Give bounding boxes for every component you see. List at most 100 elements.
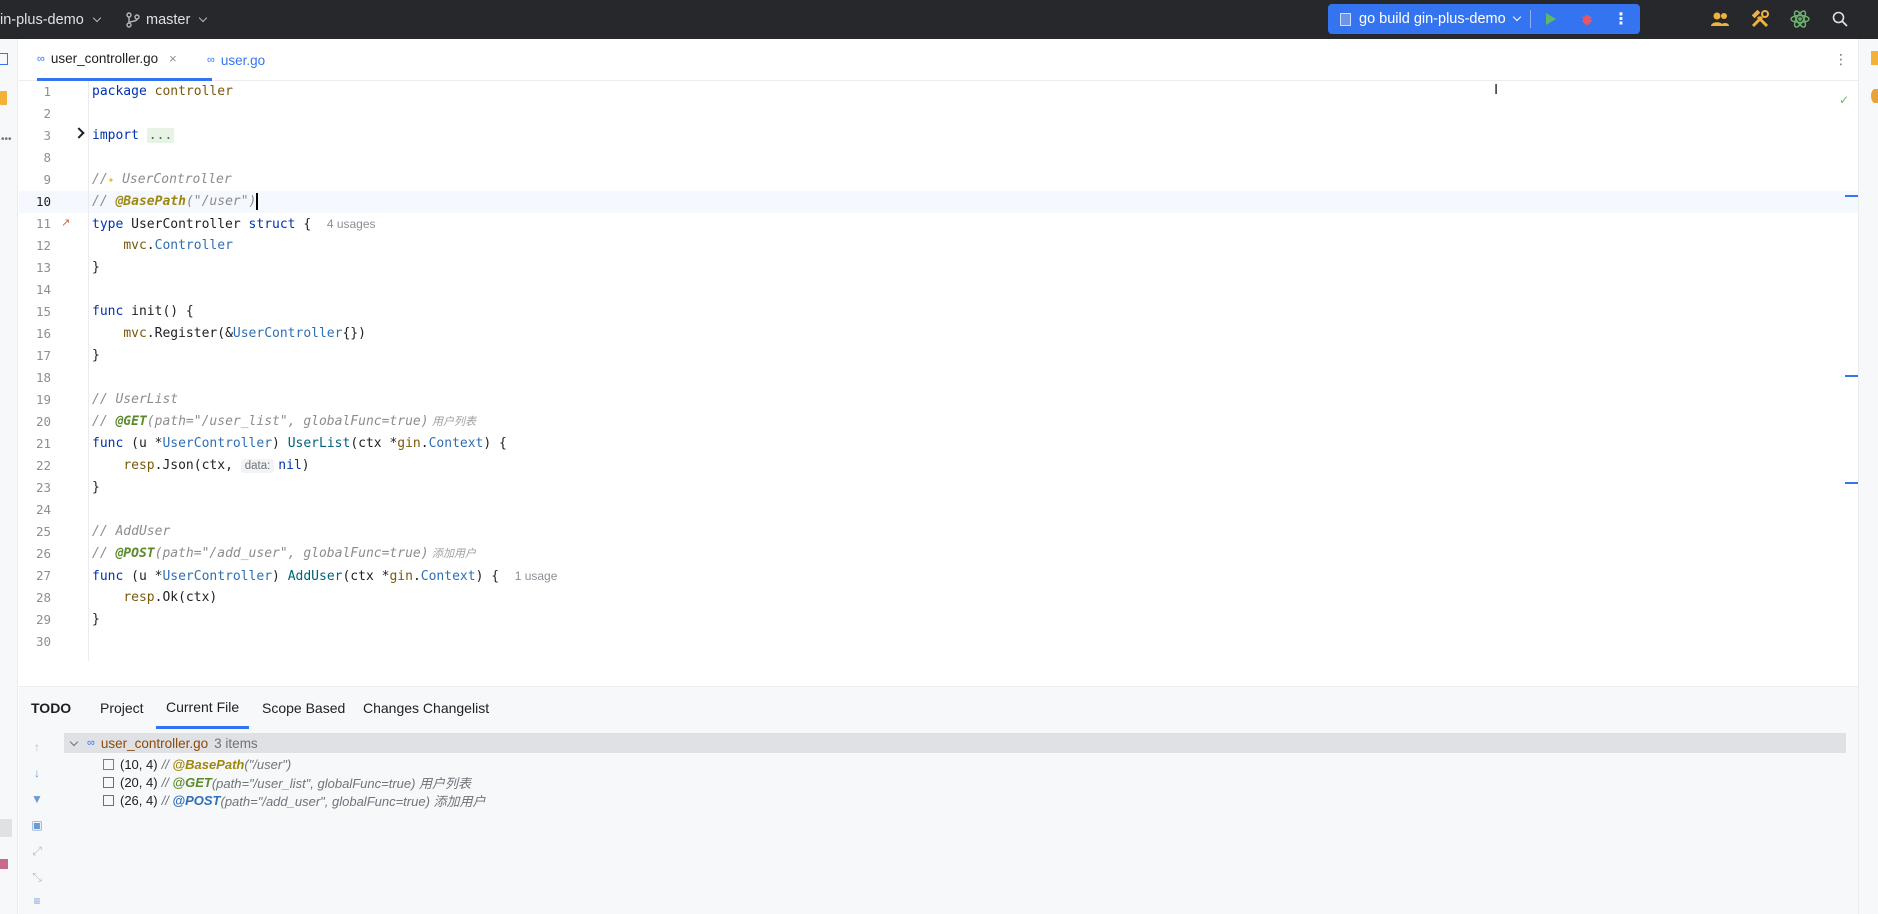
code-line: type UserController struct { 4 usages (92, 217, 376, 232)
usages-hint[interactable]: 4 usages (327, 217, 376, 231)
go-file-icon: ∞ (87, 737, 95, 749)
todo-item[interactable]: (26, 4) // @POST (path="/add_user", globa… (103, 791, 486, 809)
database-tool-icon[interactable] (1871, 89, 1878, 103)
current-line-highlight (19, 191, 1858, 213)
notifications-tool-icon[interactable] (1871, 51, 1878, 65)
tab-user-go[interactable]: ∞ user.go (207, 39, 265, 81)
ai-assistant-button[interactable] (1789, 8, 1811, 30)
todo-item-icon (103, 776, 114, 788)
todo-item-icon (103, 794, 114, 806)
line-number: 20 (35, 414, 51, 429)
run-configuration-widget: go build gin-plus-demo ⋮ (1328, 4, 1640, 34)
close-tab-icon[interactable]: × (169, 51, 177, 66)
code-line: } (92, 612, 100, 627)
chevron-down-icon (1512, 12, 1521, 22)
hammer-wrench-icon (1751, 10, 1769, 28)
scroll-marker[interactable] (1845, 195, 1858, 197)
people-icon (1711, 12, 1729, 26)
scroll-marker[interactable] (1845, 375, 1858, 377)
code-with-me-button[interactable] (1709, 8, 1731, 30)
tab-options-button[interactable]: ⋮ (1834, 51, 1848, 68)
atom-icon (1790, 10, 1810, 28)
project-selector[interactable]: in-plus-demo (0, 0, 102, 39)
line-number: 21 (35, 436, 51, 451)
implementation-gutter-icon[interactable]: ↗ (61, 216, 70, 229)
line-number: 11 (35, 216, 51, 231)
code-line: package controller (92, 84, 233, 99)
branch-name: master (146, 11, 191, 28)
mouse-cursor-icon: I (1494, 81, 1499, 98)
run-config-selector[interactable]: go build gin-plus-demo (1340, 4, 1521, 34)
line-number: 27 (35, 568, 51, 583)
folded-imports[interactable]: ... (146, 128, 175, 143)
line-number: 18 (35, 370, 51, 385)
build-tools-button[interactable] (1749, 8, 1771, 30)
preview-icon[interactable]: ▣ (29, 817, 45, 833)
group-by-icon[interactable]: ≡ (29, 893, 45, 909)
go-file-icon: ∞ (207, 54, 215, 66)
arrow-up-icon[interactable]: ↑ (29, 739, 45, 755)
tab-label: user_controller.go (50, 51, 159, 66)
line-number: 29 (35, 612, 51, 627)
branch-selector[interactable]: master (126, 0, 208, 39)
code-line: import ... (92, 128, 175, 143)
line-number: 15 (35, 304, 51, 319)
more-actions-button[interactable]: ⋮ (1613, 10, 1629, 28)
collapse-all-icon[interactable]: ⤡ (29, 869, 45, 885)
left-tool-window-bar: ••• (0, 39, 18, 914)
search-everywhere-button[interactable] (1829, 8, 1851, 30)
line-number: 3 (43, 128, 51, 143)
code-line: // UserList (92, 392, 179, 407)
tab-changes-changelist[interactable]: Changes Changelist (363, 687, 489, 729)
tab-project[interactable]: Project (100, 687, 144, 729)
project-tool-icon[interactable] (0, 53, 8, 65)
todo-item-count: 3 items (214, 735, 258, 751)
line-number: 14 (35, 282, 51, 297)
fold-expand-icon[interactable] (73, 127, 85, 139)
line-number: 19 (35, 392, 51, 407)
code-line: mvc.Register(&UserController{}) (123, 326, 366, 341)
code-line: // @BasePath("/user") (92, 193, 259, 210)
code-line: resp.Ok(ctx) (123, 590, 218, 605)
usages-hint[interactable]: 1 usage (515, 569, 558, 583)
tab-scope-based[interactable]: Scope Based (262, 687, 345, 729)
more-vertical-icon: ⋮ (1613, 10, 1629, 28)
more-vertical-icon: ⋮ (1834, 51, 1848, 67)
line-number: 26 (35, 546, 51, 561)
debug-button[interactable] (1578, 10, 1596, 28)
filter-icon[interactable]: ▼ (29, 791, 45, 807)
play-icon (1546, 13, 1556, 25)
editor-tab-bar: ∞ user_controller.go × ∞ user.go ⋮ (19, 39, 1858, 81)
run-button[interactable] (1542, 10, 1560, 28)
todo-item[interactable]: (10, 4) // @BasePath ("/user") (103, 755, 291, 773)
code-editor[interactable]: 1 2 3 8 9 10 11 12 13 14 15 16 17 18 19 … (19, 81, 1858, 661)
todo-file-node[interactable]: ∞ user_controller.go 3 items (64, 733, 1846, 753)
scroll-marker[interactable] (1845, 482, 1858, 484)
bookmarks-tool-icon[interactable] (0, 91, 7, 105)
todo-tool-icon[interactable] (0, 819, 12, 837)
line-number: 24 (35, 502, 51, 517)
tab-user-controller[interactable]: ∞ user_controller.go × (37, 39, 212, 81)
code-line: // @POST(path="/add_user", globalFunc=tr… (92, 546, 477, 561)
code-line: } (92, 480, 100, 495)
more-tools-icon[interactable]: ••• (1, 134, 12, 145)
expand-all-icon[interactable]: ⤢ (29, 843, 45, 859)
code-line: func init() { (92, 304, 194, 319)
main-toolbar: in-plus-demo master go build gin-plus-de… (0, 0, 1878, 39)
run-config-label: go build gin-plus-demo (1359, 11, 1506, 27)
code-line: } (92, 260, 100, 275)
arrow-down-icon[interactable]: ↓ (29, 765, 45, 781)
code-line: func (u *UserController) UserList(ctx *g… (92, 436, 507, 451)
line-number: 17 (35, 348, 51, 363)
problems-tool-icon[interactable] (0, 859, 8, 869)
code-line: //✦ UserController (92, 172, 232, 187)
todo-item[interactable]: (20, 4) // @GET (path="/user_list", globa… (103, 773, 471, 791)
code-line: } (92, 348, 100, 363)
branch-icon (126, 11, 140, 28)
line-number: 23 (35, 480, 51, 495)
code-line: // @GET(path="/user_list", globalFunc=tr… (92, 414, 477, 429)
editor-gutter: 1 2 3 8 9 10 11 12 13 14 15 16 17 18 19 … (19, 81, 89, 661)
line-number: 9 (43, 172, 51, 187)
tab-current-file[interactable]: Current File (156, 687, 250, 729)
inspection-ok-icon[interactable]: ✓ (1839, 93, 1849, 107)
